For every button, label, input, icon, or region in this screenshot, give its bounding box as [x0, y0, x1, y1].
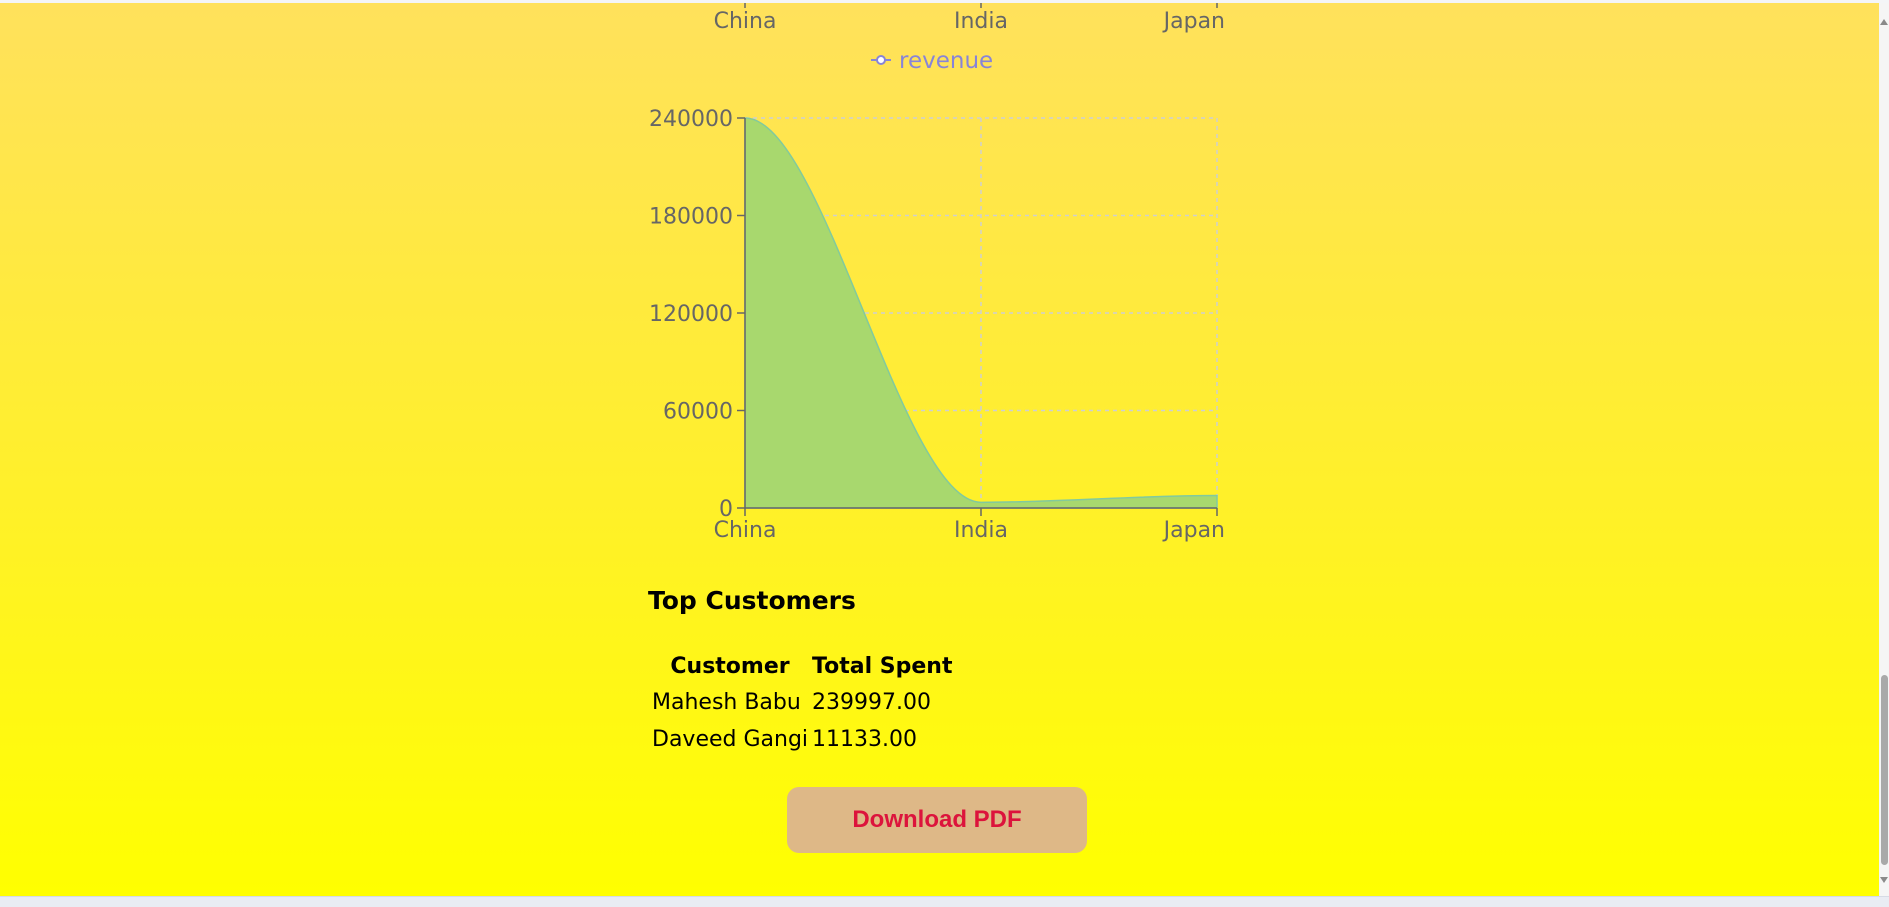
page-viewport: China India Japan revenue 0 60000 120000 1800…	[0, 3, 1879, 896]
customer-total: 239997.00	[812, 690, 932, 715]
top-x-tick-label: China	[714, 9, 777, 34]
window-bottom-edge	[0, 896, 1889, 907]
x-axis-ticks: China India Japan	[714, 508, 1225, 543]
x-tick-label: India	[954, 518, 1008, 543]
vertical-scrollbar[interactable]	[1879, 3, 1889, 896]
y-tick-label: 60000	[663, 400, 733, 425]
table-row: Daveed Gangi 11133.00	[652, 721, 953, 758]
x-tick-label: Japan	[1162, 518, 1225, 543]
customer-total: 11133.00	[812, 727, 918, 752]
download-pdf-button[interactable]: Download PDF	[787, 787, 1087, 853]
y-tick-label: 120000	[649, 302, 733, 327]
charts-canvas: China India Japan revenue 0600001200001800…	[649, 3, 1225, 543]
column-header-total-spent: Total Spent	[812, 654, 953, 679]
y-tick-label: 240000	[649, 107, 733, 132]
scroll-up-arrow-icon[interactable]	[1880, 19, 1888, 25]
legend-dot-icon	[876, 55, 886, 65]
revenue-area-chart: 060000120000180000240000 China India Japan	[649, 107, 1225, 543]
top-chart-legend[interactable]: revenue	[871, 48, 993, 74]
top-x-tick-label: Japan	[1162, 9, 1225, 34]
top-customers-title: Top Customers	[648, 586, 856, 615]
table-row: Mahesh Babu 239997.00	[652, 684, 953, 721]
legend-label-revenue: revenue	[899, 48, 993, 74]
table-header-row: Customer Total Spent	[652, 649, 953, 684]
y-tick-label: 180000	[649, 205, 733, 230]
top-customers-table: Customer Total Spent Mahesh Babu 239997.…	[648, 649, 957, 758]
top-chart-x-axis: China India Japan	[714, 3, 1225, 34]
scroll-down-arrow-icon[interactable]	[1880, 877, 1888, 883]
customer-name: Daveed Gangi	[652, 727, 809, 752]
x-tick-label: China	[714, 518, 777, 543]
customer-name: Mahesh Babu	[652, 690, 801, 715]
top-chart: China India Japan revenue	[714, 3, 1225, 74]
column-header-customer: Customer	[670, 654, 790, 679]
top-x-tick-label: India	[954, 9, 1008, 34]
y-axis-ticks: 060000120000180000240000	[649, 107, 745, 522]
scrollbar-thumb[interactable]	[1881, 675, 1888, 865]
